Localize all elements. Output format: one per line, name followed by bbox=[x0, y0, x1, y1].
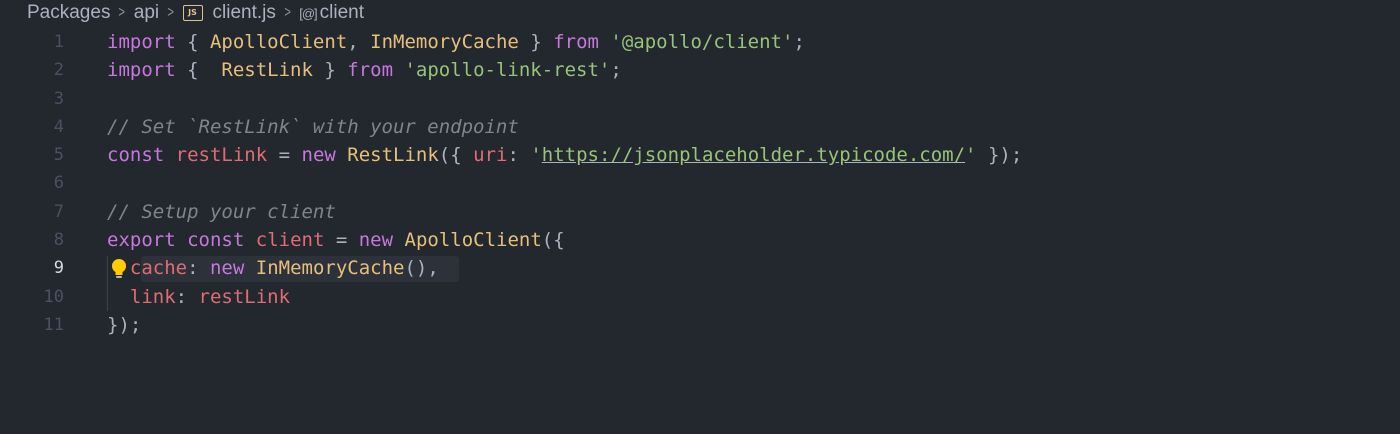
indent-guide bbox=[107, 256, 108, 311]
code-line[interactable]: 10 link: restLink bbox=[0, 283, 1400, 311]
line-number: 9 bbox=[53, 258, 64, 279]
code-line[interactable]: 8 export const client = new ApolloClient(… bbox=[0, 226, 1400, 254]
line-number: 6 bbox=[53, 173, 64, 194]
line-number: 10 bbox=[43, 286, 64, 307]
chevron-right-icon: > bbox=[284, 4, 291, 21]
breadcrumb-item-api[interactable]: api bbox=[134, 2, 159, 24]
code-text: cache: new InMemoryCache(), bbox=[129, 257, 439, 280]
line-number: 4 bbox=[53, 116, 64, 137]
line-number: 11 bbox=[43, 314, 64, 335]
line-number: 5 bbox=[53, 145, 64, 166]
code-editor[interactable]: 1 import { ApolloClient, InMemoryCache } … bbox=[0, 28, 1400, 339]
code-line[interactable]: 11}); bbox=[0, 311, 1400, 339]
code-text: }); bbox=[107, 313, 142, 336]
breadcrumb: Packages > api > JS client.js > [@] clie… bbox=[27, 0, 364, 26]
code-text: link: restLink bbox=[129, 285, 291, 308]
code-text: export const client = new ApolloClient({ bbox=[107, 229, 565, 252]
code-line[interactable]: 1 import { ApolloClient, InMemoryCache } … bbox=[0, 28, 1400, 56]
chevron-right-icon: > bbox=[118, 4, 126, 21]
code-line[interactable]: 2 import { RestLink } from 'apollo-link-r… bbox=[0, 56, 1400, 84]
line-number: 1 bbox=[53, 32, 64, 52]
code-line[interactable]: 6 bbox=[0, 169, 1400, 197]
line-number: 7 bbox=[53, 201, 64, 222]
code-line[interactable]: 7 // Setup your client bbox=[0, 198, 1400, 226]
lightbulb-icon[interactable] bbox=[109, 258, 129, 280]
line-number: 3 bbox=[53, 88, 64, 109]
line-number: 2 bbox=[53, 60, 64, 81]
code-text: import { ApolloClient, InMemoryCache } f… bbox=[107, 31, 805, 53]
code-line[interactable]: 4 // Set `RestLink` with your endpoint bbox=[0, 113, 1400, 141]
code-text: const restLink = new RestLink({ uri: 'ht… bbox=[107, 144, 1023, 167]
breadcrumb-item-file[interactable]: client.js bbox=[213, 2, 276, 24]
breadcrumb-item-packages[interactable]: Packages bbox=[27, 2, 110, 24]
javascript-file-icon: JS bbox=[182, 5, 203, 21]
code-line[interactable]: 5 const restLink = new RestLink({ uri: 'h… bbox=[0, 141, 1400, 169]
symbol-variable-icon: [@] bbox=[299, 5, 317, 21]
line-number: 8 bbox=[53, 230, 64, 251]
code-line[interactable]: 3 bbox=[0, 85, 1400, 113]
code-text: // Set `RestLink` with your endpoint bbox=[107, 115, 519, 138]
code-line[interactable]: 9 cache: new InMemoryCache(), bbox=[0, 254, 1400, 283]
chevron-right-icon: > bbox=[167, 4, 175, 21]
code-text: import { RestLink } from 'apollo-link-re… bbox=[107, 59, 622, 82]
code-text: // Setup your client bbox=[107, 200, 336, 223]
breadcrumb-item-symbol[interactable]: client bbox=[320, 2, 364, 24]
